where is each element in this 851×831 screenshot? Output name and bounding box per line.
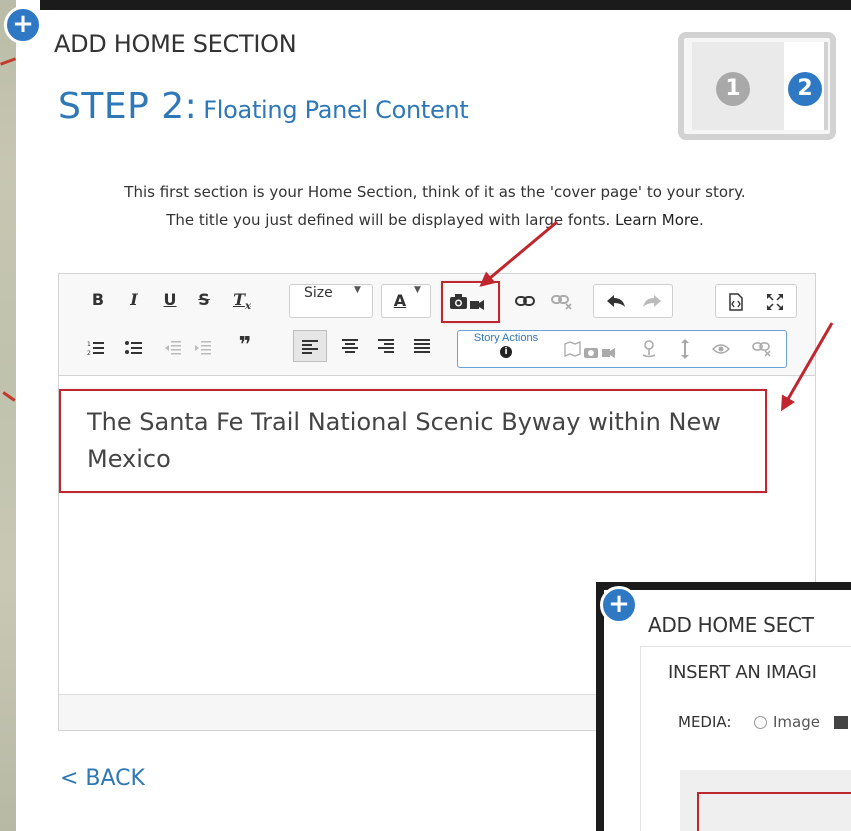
- arrow-to-media-button: [479, 220, 558, 287]
- highlight-preview-box: [697, 792, 851, 831]
- arrow-to-content: [780, 322, 834, 412]
- camera-icon: [834, 716, 848, 729]
- inset-dialog-title: ADD HOME SECT: [648, 613, 814, 637]
- image-option-label: Image: [773, 713, 820, 731]
- inset-insert-label: INSERT AN IMAGI: [668, 662, 817, 683]
- plus-icon: +: [600, 586, 638, 624]
- back-link[interactable]: < BACK: [60, 766, 145, 791]
- inset-media-label: MEDIA:: [678, 713, 732, 731]
- image-radio[interactable]: [754, 716, 767, 729]
